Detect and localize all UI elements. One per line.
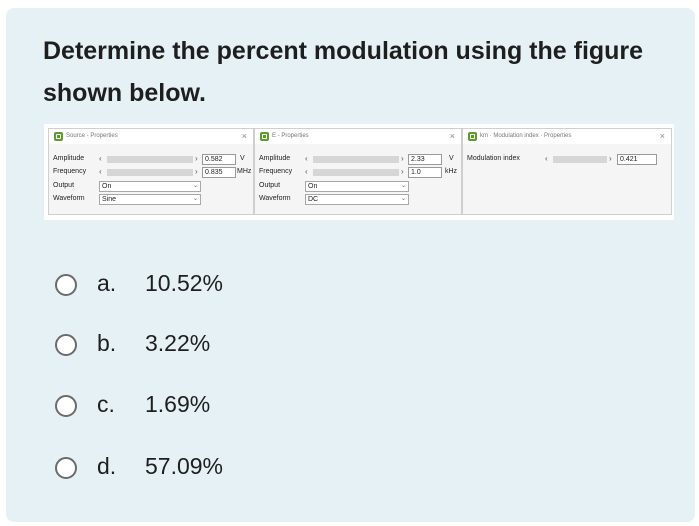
decrease-arrow-icon[interactable]: ‹ <box>305 167 308 176</box>
output-row: Output On ⌄ <box>259 181 461 192</box>
chevron-down-icon: ⌄ <box>192 196 198 202</box>
source-properties-panel: Source - Properties × Amplitude ‹ › 0.58… <box>48 128 254 215</box>
slider-track[interactable] <box>553 156 607 163</box>
increase-arrow-icon[interactable]: › <box>195 154 198 163</box>
option-c[interactable]: c. 1.69% <box>55 391 355 421</box>
panel-title: Source - Properties <box>66 133 118 139</box>
close-icon[interactable]: × <box>450 129 455 144</box>
question-text: Determine the percent modulation using t… <box>43 37 644 107</box>
panel-titlebar: Source - Properties × <box>49 129 253 144</box>
select-value: Sine <box>102 196 117 203</box>
option-d[interactable]: d. 57.09% <box>55 453 355 483</box>
output-select[interactable]: On ⌄ <box>99 181 201 192</box>
waveform-row: Waveform DC ⌄ <box>259 194 461 205</box>
panel-titlebar: E - Properties × <box>255 129 461 144</box>
option-text: 10.52% <box>145 270 224 296</box>
amplitude-row: Amplitude ‹ › 2.33 V <box>259 154 461 165</box>
option-b[interactable]: b. 3.22% <box>55 330 355 360</box>
select-value: On <box>308 183 318 190</box>
option-letter: c. <box>97 391 115 417</box>
frequency-row: Frequency ‹ › 0.835 MHz <box>53 167 253 178</box>
panel-title: E - Properties <box>272 133 309 139</box>
slider-track[interactable] <box>107 169 193 176</box>
increase-arrow-icon[interactable]: › <box>401 154 404 163</box>
properties-figure: Source - Properties × Amplitude ‹ › 0.58… <box>44 124 674 220</box>
row-label: Waveform <box>259 195 291 202</box>
value-field[interactable]: 0.582 <box>202 154 236 165</box>
option-letter: b. <box>97 330 117 356</box>
increase-arrow-icon[interactable]: › <box>609 154 612 163</box>
option-text: 3.22% <box>145 330 211 356</box>
row-label: Output <box>259 182 281 189</box>
chevron-down-icon: ⌄ <box>192 183 198 189</box>
increase-arrow-icon[interactable]: › <box>401 167 404 176</box>
value-field[interactable]: 0.421 <box>617 154 657 165</box>
row-label: Amplitude <box>259 155 291 162</box>
modulation-index-row: Modulation index ‹ › 0.421 <box>467 154 671 165</box>
row-label: Modulation index <box>467 155 520 162</box>
waveform-select[interactable]: Sine ⌄ <box>99 194 201 205</box>
output-select[interactable]: On ⌄ <box>305 181 409 192</box>
chevron-down-icon: ⌄ <box>400 183 406 189</box>
unit-label: V <box>240 155 245 162</box>
frequency-row: Frequency ‹ › 1.0 kHz <box>259 167 461 178</box>
app-icon <box>260 132 269 141</box>
panel-titlebar: km · Modulation index · Properties × <box>463 129 671 144</box>
value-field[interactable]: 1.0 <box>408 167 442 178</box>
unit-label: MHz <box>237 168 252 175</box>
decrease-arrow-icon[interactable]: ‹ <box>99 167 102 176</box>
row-label: Output <box>53 182 75 189</box>
slider-track[interactable] <box>313 169 399 176</box>
chevron-down-icon: ⌄ <box>400 196 406 202</box>
e-properties-panel: E - Properties × Amplitude ‹ › 2.33 V Fr… <box>254 128 462 215</box>
option-text: 1.69% <box>145 391 211 417</box>
amplitude-row: Amplitude ‹ › 0.582 V <box>53 154 253 165</box>
radio-button-icon[interactable] <box>55 395 77 417</box>
app-icon <box>54 132 63 141</box>
value-field[interactable]: 2.33 <box>408 154 442 165</box>
value-field[interactable]: 0.835 <box>202 167 236 178</box>
slider-track[interactable] <box>107 156 193 163</box>
waveform-select[interactable]: DC ⌄ <box>305 194 409 205</box>
increase-arrow-icon[interactable]: › <box>195 167 198 176</box>
close-icon[interactable]: × <box>242 129 247 144</box>
modulation-index-panel: km · Modulation index · Properties × Mod… <box>462 128 672 215</box>
select-value: On <box>102 183 112 190</box>
slider-track[interactable] <box>313 156 399 163</box>
waveform-row: Waveform Sine ⌄ <box>53 194 253 205</box>
option-letter: d. <box>97 453 117 479</box>
select-value: DC <box>308 196 319 203</box>
decrease-arrow-icon[interactable]: ‹ <box>305 154 308 163</box>
row-label: Frequency <box>53 168 87 175</box>
radio-button-icon[interactable] <box>55 457 77 479</box>
panel-title: km · Modulation index · Properties <box>480 133 572 139</box>
option-a[interactable]: a. 10.52% <box>55 270 355 300</box>
option-text: 57.09% <box>145 453 224 479</box>
row-label: Frequency <box>259 168 293 175</box>
option-letter: a. <box>97 270 117 296</box>
row-label: Waveform <box>53 195 85 202</box>
output-row: Output On ⌄ <box>53 181 253 192</box>
close-icon[interactable]: × <box>660 129 665 144</box>
decrease-arrow-icon[interactable]: ‹ <box>99 154 102 163</box>
app-icon <box>468 132 477 141</box>
decrease-arrow-icon[interactable]: ‹ <box>545 154 548 163</box>
unit-label: V <box>449 155 454 162</box>
radio-button-icon[interactable] <box>55 274 77 296</box>
radio-button-icon[interactable] <box>55 334 77 356</box>
row-label: Amplitude <box>53 155 85 162</box>
unit-label: kHz <box>445 168 458 175</box>
